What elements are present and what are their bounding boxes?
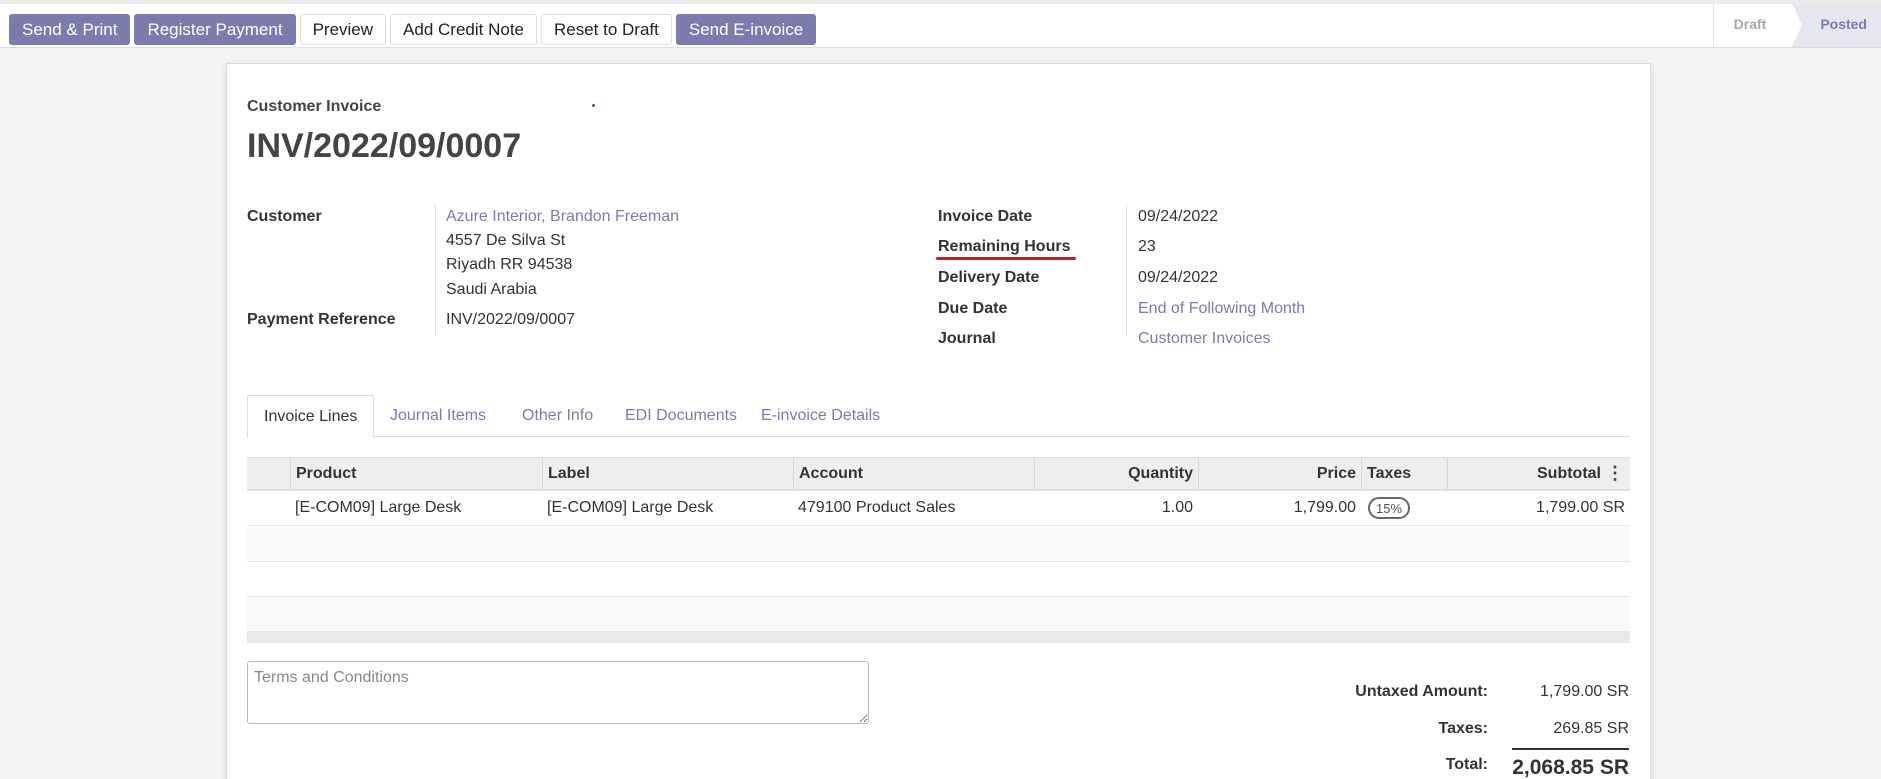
action-buttons: Send & Print Register Payment Preview Ad… bbox=[9, 14, 820, 45]
column-price[interactable]: Price bbox=[1198, 458, 1361, 490]
column-quantity[interactable]: Quantity bbox=[1034, 458, 1198, 490]
untaxed-amount-value: 1,799.00 SR bbox=[1540, 683, 1629, 700]
column-subtotal[interactable]: Subtotal bbox=[1447, 458, 1606, 490]
cell-taxes[interactable]: 15% bbox=[1363, 491, 1415, 525]
column-account[interactable]: Account bbox=[793, 458, 1034, 490]
address-line-1: 4557 De Silva St bbox=[446, 232, 566, 249]
due-date-label: Due Date bbox=[938, 300, 1008, 317]
send-einvoice-button[interactable]: Send E-invoice bbox=[675, 14, 817, 45]
journal-value[interactable]: Customer Invoices bbox=[1138, 330, 1271, 348]
cell-price[interactable]: 1,799.00 bbox=[1198, 491, 1361, 525]
invoice-date-label: Invoice Date bbox=[938, 208, 1033, 225]
cell-subtotal[interactable]: 1,799.00 SR bbox=[1447, 491, 1630, 525]
table-footer bbox=[247, 632, 1630, 643]
register-payment-button[interactable]: Register Payment bbox=[134, 14, 296, 45]
taxes-value: 269.85 SR bbox=[1553, 720, 1629, 737]
empty-row bbox=[247, 562, 1630, 597]
due-date-value[interactable]: End of Following Month bbox=[1138, 300, 1305, 318]
column-label[interactable]: Label bbox=[542, 458, 793, 490]
tab-journal-items[interactable]: Journal Items bbox=[374, 395, 502, 438]
empty-row bbox=[247, 597, 1630, 632]
invoice-date-value[interactable]: 09/24/2022 bbox=[1138, 208, 1218, 226]
terms-conditions-input[interactable] bbox=[247, 661, 869, 724]
delivery-date-value[interactable]: 09/24/2022 bbox=[1138, 269, 1218, 287]
cell-account[interactable]: 479100 Product Sales bbox=[793, 491, 960, 525]
status-bar: Draft Posted bbox=[1712, 4, 1881, 47]
table-header: Product Label Account Quantity Price Tax… bbox=[247, 457, 1630, 491]
field-divider bbox=[1126, 205, 1127, 336]
column-product[interactable]: Product bbox=[290, 458, 542, 490]
address-line-3: Saudi Arabia bbox=[446, 281, 537, 298]
add-credit-note-button[interactable]: Add Credit Note bbox=[390, 14, 537, 45]
tab-einvoice-details[interactable]: E-invoice Details bbox=[745, 395, 896, 438]
total-label: Total: bbox=[1445, 756, 1488, 773]
empty-row bbox=[247, 527, 1630, 562]
tab-invoice-lines[interactable]: Invoice Lines bbox=[247, 395, 375, 438]
column-taxes[interactable]: Taxes bbox=[1361, 458, 1447, 490]
remaining-hours-value: 23 bbox=[1138, 238, 1156, 255]
remaining-hours-label: Remaining Hours bbox=[938, 238, 1071, 255]
payment-reference-value[interactable]: INV/2022/09/0007 bbox=[446, 311, 575, 329]
cell-product[interactable]: [E-COM09] Large Desk bbox=[290, 491, 466, 525]
customer-label: Customer bbox=[247, 208, 322, 225]
status-draft[interactable]: Draft bbox=[1713, 4, 1802, 47]
preview-button[interactable]: Preview bbox=[299, 14, 387, 45]
tax-badge: 15% bbox=[1368, 497, 1411, 519]
highlight-underline bbox=[936, 257, 1076, 260]
taxes-label: Taxes: bbox=[1438, 720, 1488, 737]
total-separator bbox=[1512, 748, 1629, 750]
reset-to-draft-button[interactable]: Reset to Draft bbox=[541, 14, 672, 45]
optional-columns-icon[interactable]: ⋮ bbox=[1606, 458, 1624, 490]
journal-label: Journal bbox=[938, 330, 996, 347]
status-posted[interactable]: Posted bbox=[1792, 4, 1881, 47]
customer-link[interactable]: Azure Interior, Brandon Freeman bbox=[446, 208, 679, 226]
total-value: 2,068.85 SR bbox=[1512, 756, 1629, 779]
payment-reference-label: Payment Reference bbox=[247, 311, 396, 328]
address-line-2: Riyadh RR 94538 bbox=[446, 256, 573, 273]
cell-quantity[interactable]: 1.00 bbox=[1034, 491, 1198, 525]
notebook-tabs: Invoice Lines Journal Items Other Info E… bbox=[247, 395, 1630, 438]
tab-other-info[interactable]: Other Info bbox=[506, 395, 609, 438]
untaxed-amount-label: Untaxed Amount: bbox=[1355, 683, 1488, 700]
invoice-number: INV/2022/09/0007 bbox=[247, 127, 522, 165]
table-row[interactable]: [E-COM09] Large Desk [E-COM09] Large Des… bbox=[247, 491, 1630, 526]
decorative-dot bbox=[592, 104, 595, 107]
control-panel: Send & Print Register Payment Preview Ad… bbox=[0, 0, 1881, 48]
invoice-kind: Customer Invoice bbox=[247, 98, 382, 115]
field-divider bbox=[435, 205, 436, 336]
cell-label[interactable]: [E-COM09] Large Desk bbox=[542, 491, 718, 525]
delivery-date-label: Delivery Date bbox=[938, 269, 1040, 286]
send-print-button[interactable]: Send & Print bbox=[9, 14, 131, 45]
invoice-sheet: Customer Invoice INV/2022/09/0007 Custom… bbox=[226, 63, 1651, 779]
tab-edi-documents[interactable]: EDI Documents bbox=[609, 395, 753, 438]
